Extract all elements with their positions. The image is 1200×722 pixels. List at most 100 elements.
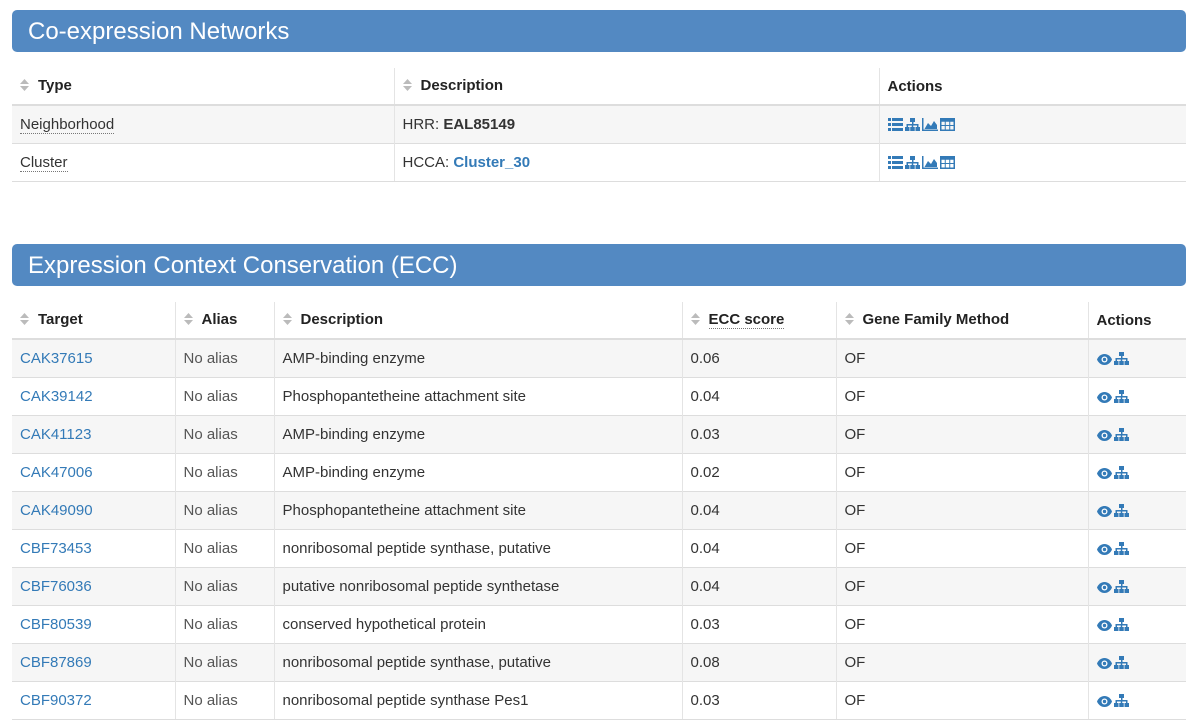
target-link[interactable]: CBF80539 [20,616,92,633]
target-cell: CBF73453 [12,529,175,568]
description-cell: AMP-binding enzyme [273,415,682,454]
eye-icon[interactable] [1096,504,1112,521]
eye-icon[interactable] [1096,428,1112,445]
ecc-actions [1087,567,1186,606]
target-cell: CAK47006 [12,453,175,492]
description-cell: conserved hypothetical protein [273,605,682,644]
sitemap-icon[interactable] [1113,541,1129,559]
method-cell: OF [835,338,1088,378]
target-link[interactable]: CAK49090 [20,502,93,519]
target-link[interactable]: CBF90372 [20,692,92,709]
eye-icon[interactable] [1096,390,1112,407]
sitemap-icon[interactable] [904,155,920,173]
sitemap-icon[interactable] [1113,617,1129,635]
table-icon[interactable] [939,117,955,135]
actions-column-header: Actions [878,68,1186,106]
list-icon[interactable] [887,117,903,135]
ecc-heading: Expression Context Conservation (ECC) [12,244,1186,286]
method-cell: OF [835,567,1088,606]
target-link[interactable]: CAK37615 [20,350,93,367]
description-cell: AMP-binding enzyme [273,338,682,378]
ecc-score-column-header[interactable]: ECC score [681,302,836,340]
table-header-row: Target Alias Description ECC score Gene … [12,302,1186,340]
eye-icon[interactable] [1096,656,1112,673]
sitemap-icon[interactable] [1113,389,1129,407]
coexpression-networks-table: Type Description Actions Neighborhood HRR… [12,68,1186,182]
ecc-score-cell: 0.04 [681,529,836,568]
sitemap-icon[interactable] [1113,503,1129,521]
eye-icon[interactable] [1096,580,1112,597]
table-row: CAK39142 No alias Phosphopantetheine attac… [12,377,1186,416]
network-description: HRR: EAL85149 [393,104,879,144]
type-column-header[interactable]: Type [12,68,394,106]
eye-icon[interactable] [1096,694,1112,711]
sort-icon [20,78,30,95]
target-link[interactable]: CAK41123 [20,426,91,443]
sitemap-icon[interactable] [1113,351,1129,369]
table-row: CBF87869 No alias nonribosomal peptide syn… [12,643,1186,682]
table-row: CBF90372 No alias nonribosomal peptide syn… [12,681,1186,720]
table-row: CBF73453 No alias nonribosomal peptide syn… [12,529,1186,568]
target-cell: CBF80539 [12,605,175,644]
method-cell: OF [835,529,1088,568]
alias-column-header[interactable]: Alias [174,302,274,340]
description-column-header[interactable]: Description [273,302,682,340]
network-method: HRR: [402,116,440,133]
list-icon[interactable] [887,155,903,173]
target-link[interactable]: CAK47006 [20,464,93,481]
description-cell: nonribosomal peptide synthase Pes1 [273,681,682,720]
sitemap-icon[interactable] [904,117,920,135]
target-link[interactable]: CBF73453 [20,540,92,557]
ecc-actions [1087,643,1186,682]
method-cell: OF [835,453,1088,492]
eye-icon[interactable] [1096,618,1112,635]
network-description: HCCA: Cluster_30 [393,143,879,182]
ecc-actions [1087,338,1186,378]
method-cell: OF [835,377,1088,416]
sitemap-icon[interactable] [1113,693,1129,711]
sort-icon [402,78,413,95]
gene-family-method-column-header[interactable]: Gene Family Method [835,302,1088,340]
alias-cell: No alias [174,643,274,682]
eye-icon[interactable] [1096,466,1112,483]
table-row: CAK41123 No alias AMP-binding enzyme 0.03 OF [12,415,1186,454]
sitemap-icon[interactable] [1113,655,1129,673]
ecc-score-cell: 0.08 [681,643,836,682]
ecc-actions [1087,377,1186,416]
description-cell: Phosphopantetheine attachment site [273,491,682,530]
alias-cell: No alias [174,453,274,492]
ecc-score-cell: 0.03 [681,681,836,720]
method-cell: OF [835,415,1088,454]
alias-cell: No alias [174,681,274,720]
method-cell: OF [835,643,1088,682]
sitemap-icon[interactable] [1113,465,1129,483]
sitemap-icon[interactable] [1113,427,1129,445]
target-link[interactable]: CBF76036 [20,578,92,595]
area-chart-icon[interactable] [921,155,938,173]
target-column-header[interactable]: Target [12,302,175,340]
target-link[interactable]: CBF87869 [20,654,92,671]
table-row: CBF80539 No alias conserved hypothetical p… [12,605,1186,644]
table-row: CAK37615 No alias AMP-binding enzyme 0.06 OF [12,338,1186,378]
ecc-score-cell: 0.06 [681,338,836,378]
description-cell: nonribosomal peptide synthase, putative [273,643,682,682]
ecc-actions [1087,491,1186,530]
ecc-score-cell: 0.02 [681,453,836,492]
sort-icon [690,312,701,329]
cluster-link[interactable]: Cluster_30 [453,154,530,171]
coexpression-networks-heading: Co-expression Networks [12,10,1186,52]
target-link[interactable]: CAK39142 [20,388,93,405]
ecc-score-cell: 0.03 [681,415,836,454]
area-chart-icon[interactable] [921,117,938,135]
sitemap-icon[interactable] [1113,579,1129,597]
table-icon[interactable] [939,155,955,173]
description-column-header[interactable]: Description [393,68,879,106]
network-method: HCCA: [402,154,450,171]
eye-icon[interactable] [1096,542,1112,559]
ecc-actions [1087,681,1186,720]
eye-icon[interactable] [1096,352,1112,369]
alias-cell: No alias [174,491,274,530]
alias-cell: No alias [174,338,274,378]
target-cell: CAK39142 [12,377,175,416]
ecc-actions [1087,453,1186,492]
